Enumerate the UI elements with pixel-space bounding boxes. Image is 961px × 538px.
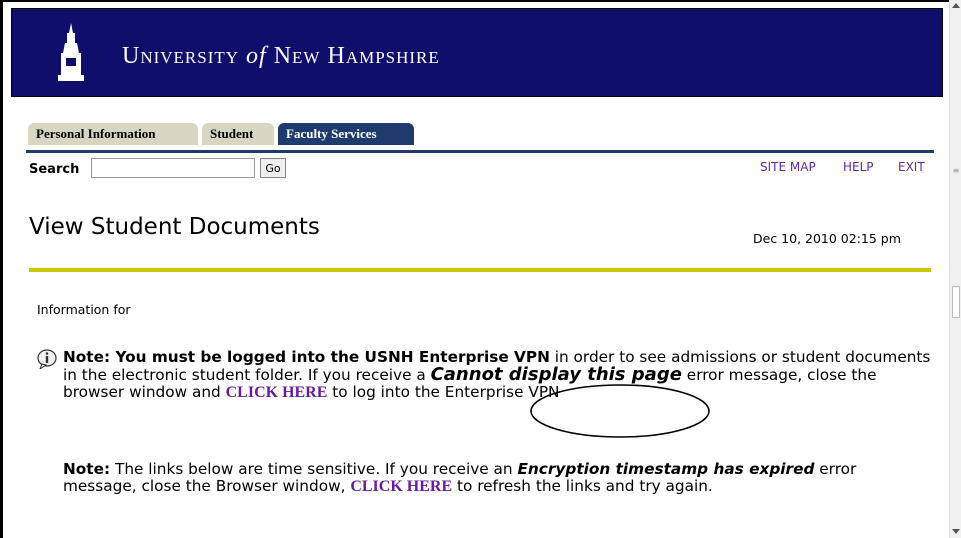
info-icon	[37, 349, 57, 369]
highlight-ellipse	[530, 384, 710, 438]
tab-bar: Personal Information Student Faculty Ser…	[26, 122, 936, 153]
tab-faculty-services[interactable]: Faculty Services	[278, 123, 414, 145]
site-map-link[interactable]: SITE MAP	[760, 160, 816, 174]
go-button[interactable]: Go	[260, 158, 286, 178]
browser-frame: University of New Hampshire Personal Inf…	[0, 0, 958, 538]
vpn-note-text-3: to log into the Enterprise VPN	[327, 383, 560, 401]
divider	[29, 268, 931, 272]
timestamp-note-text: The links below are time sensitive. If y…	[110, 460, 518, 478]
timestamp-note-text-3: to refresh the links and try again.	[452, 477, 713, 495]
scroll-up-arrow-icon[interactable]	[950, 0, 961, 12]
tab-student[interactable]: Student	[202, 123, 274, 145]
university-title: University of New Hampshire	[122, 43, 440, 70]
info-for-label: Information for	[37, 302, 131, 317]
search-input[interactable]	[91, 158, 255, 178]
scroll-grip-icon: ≡	[952, 166, 960, 175]
timestamp-note: Note: The links below are time sensitive…	[63, 460, 933, 496]
university-banner: University of New Hampshire	[11, 8, 943, 97]
scroll-down-arrow-icon[interactable]	[950, 525, 961, 537]
timestamp-note-lead: Note:	[63, 460, 111, 478]
tab-underline	[26, 150, 934, 153]
scroll-thumb[interactable]	[952, 286, 960, 318]
timestamp-note-emphasis: Encryption timestamp has expired	[517, 460, 815, 478]
vertical-scrollbar[interactable]: ≡	[949, 0, 961, 538]
title-text: University	[122, 43, 247, 69]
help-link[interactable]: HELP	[843, 160, 874, 174]
vpn-note: Note: You must be logged into the USNH E…	[63, 349, 933, 402]
refresh-click-here-link[interactable]: CLICK HERE	[350, 478, 452, 495]
search-label: Search	[29, 162, 80, 177]
exit-link[interactable]: EXIT	[898, 160, 925, 174]
tower-logo-icon	[58, 23, 84, 81]
tab-personal-information[interactable]: Personal Information	[28, 123, 198, 145]
page-date: Dec 10, 2010 02:15 pm	[753, 231, 901, 246]
title-of: of	[246, 43, 267, 69]
page-title: View Student Documents	[29, 214, 320, 240]
title-text-2: New Hampshire	[266, 43, 440, 69]
vpn-click-here-link[interactable]: CLICK HERE	[226, 384, 328, 401]
